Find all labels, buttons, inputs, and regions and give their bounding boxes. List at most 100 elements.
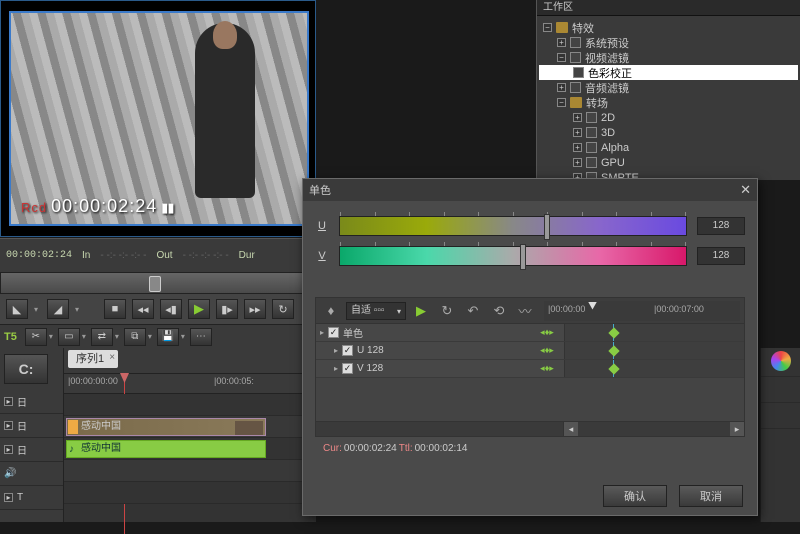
expand-icon[interactable]: − [557,53,566,62]
kf-lane[interactable] [564,360,744,377]
stop-button[interactable]: ■ [104,299,126,319]
expand-icon[interactable]: ▸ [334,364,338,373]
group-tool[interactable]: ⧉ [124,328,146,346]
u-slider-handle[interactable] [544,214,550,240]
expand-icon[interactable]: + [573,158,582,167]
kf-nav[interactable]: ◂♦▸ [530,324,564,341]
tree-gpu[interactable]: +GPU [539,155,798,170]
expand-icon[interactable]: + [573,113,582,122]
kf-undo-button[interactable]: ↶ [462,301,484,321]
color-wheel-row[interactable] [761,351,800,377]
fit-select[interactable]: 自适 ▫▫▫ [346,302,406,320]
dropdown-icon[interactable]: ▾ [82,332,89,341]
kf-lane[interactable] [564,324,744,341]
track-header[interactable]: ▸T [0,486,63,510]
scrub-bar[interactable] [0,272,316,294]
checkbox-icon[interactable]: ✓ [328,327,339,338]
keyframe-icon[interactable] [608,327,619,338]
v-value-field[interactable]: 128 [697,247,745,265]
preview-viewport[interactable]: Rcd00:00:02:24▮▮ [9,11,309,226]
kf-ruler[interactable]: |00:00:00 |00:00:07:00 [544,301,740,321]
kf-nav[interactable]: ◂♦▸ [530,360,564,377]
expand-icon[interactable]: ▸ [4,445,13,454]
expand-icon[interactable]: + [573,143,582,152]
panel-row[interactable] [761,403,800,429]
ok-button[interactable]: 确认 [603,485,667,507]
kf-play-button[interactable]: ▶ [410,301,432,321]
dropdown-icon[interactable]: ▾ [75,305,82,314]
mark-out-button[interactable]: ◢ [47,299,69,319]
expand-icon[interactable]: ▸ [334,346,338,355]
fast-fwd-button[interactable]: ▸▸ [244,299,266,319]
kf-nav[interactable]: ◂♦▸ [530,342,564,359]
dropdown-icon[interactable]: ▾ [34,305,41,314]
link-tool[interactable]: ⇄ [91,328,113,346]
dropdown-icon[interactable]: ▾ [115,332,122,341]
select-tool[interactable]: ▭ [58,328,80,346]
cancel-button[interactable]: 取消 [679,485,743,507]
kf-loop-button[interactable]: ↻ [436,301,458,321]
kf-add-button[interactable]: ♦ [320,301,342,321]
expand-icon[interactable]: − [557,98,566,107]
tree-root-effects[interactable]: −特效 [539,20,798,35]
expand-icon[interactable]: + [573,128,582,137]
tree-video-filter[interactable]: −视频滤镜 [539,50,798,65]
kf-graph-button[interactable]: 〰 [514,301,536,321]
checkbox-icon[interactable]: ✓ [342,363,353,374]
tree-audio-filter[interactable]: +音频滤镜 [539,80,798,95]
more-tool[interactable]: ⋯ [190,328,212,346]
effects-tree[interactable]: −特效 +系统预设 −视频滤镜 色彩校正 +音频滤镜 −转场 +2D +3D +… [537,16,800,204]
play-button[interactable]: ▶ [188,299,210,319]
close-icon[interactable]: ✕ [740,182,751,198]
kf-lane[interactable] [564,342,744,359]
tree-alpha[interactable]: +Alpha [539,140,798,155]
audio-track-2[interactable] [64,460,316,482]
tree-transition[interactable]: −转场 [539,95,798,110]
c-mode-button[interactable]: C: [4,354,48,384]
step-fwd-button[interactable]: ▮▸ [216,299,238,319]
panel-row[interactable] [761,377,800,403]
dropdown-icon[interactable]: ▾ [181,332,188,341]
save-tool[interactable]: 💾 [157,328,179,346]
kf-v-row[interactable]: ▸✓V 128 ◂♦▸ [316,360,744,378]
tree-color-correction[interactable]: 色彩校正 [539,65,798,80]
expand-icon[interactable]: ▸ [320,328,324,337]
step-back-button[interactable]: ◂▮ [160,299,182,319]
tree-3d[interactable]: +3D [539,125,798,140]
dropdown-icon[interactable]: ▾ [49,332,56,341]
track-header[interactable]: ▸日 [0,390,63,414]
keyframe-icon[interactable] [608,345,619,356]
kf-reset-button[interactable]: ⟲ [488,301,510,321]
track-header[interactable]: 🔊 [0,462,63,486]
rewind-button[interactable]: ◂◂ [132,299,154,319]
track-header[interactable]: ▸日 [0,414,63,438]
checkbox-icon[interactable]: ✓ [342,345,353,356]
kf-playhead[interactable] [592,301,593,321]
u-value-field[interactable]: 128 [697,217,745,235]
expand-icon[interactable]: ▸ [4,397,13,406]
expand-icon[interactable]: + [557,83,566,92]
timeline-tracks[interactable]: 感动中国 感动中国 [64,394,316,504]
loop-button[interactable]: ↻ [272,299,294,319]
kf-main-row[interactable]: ▸✓单色 ◂♦▸ [316,324,744,342]
expand-icon[interactable]: ▸ [4,493,13,502]
kf-scrollbar[interactable] [316,422,744,436]
v-slider-handle[interactable] [520,244,526,270]
speaker-icon[interactable]: 🔊 [4,468,16,479]
dialog-titlebar[interactable]: 单色 ✕ [303,179,757,201]
scrub-handle[interactable] [149,276,161,292]
cut-tool[interactable]: ✂ [25,328,47,346]
expand-icon[interactable]: + [557,38,566,47]
u-gradient-slider[interactable] [339,216,687,236]
video-track-1[interactable]: 感动中国 [64,416,316,438]
keyframe-icon[interactable] [608,363,619,374]
effect-dialog[interactable]: 单色 ✕ U 128 V 128 ♦ 自适 ▫▫▫ ▶ ↻ [302,178,758,516]
sequence-tab[interactable]: 序列1 [68,350,118,368]
audio-track-1[interactable]: 感动中国 [64,438,316,460]
video-clip[interactable]: 感动中国 [66,418,266,436]
v-gradient-slider[interactable] [339,246,687,266]
audio-clip[interactable]: 感动中国 [66,440,266,458]
expand-icon[interactable]: ▸ [4,421,13,430]
dropdown-icon[interactable]: ▾ [148,332,155,341]
video-track-2[interactable] [64,394,316,416]
